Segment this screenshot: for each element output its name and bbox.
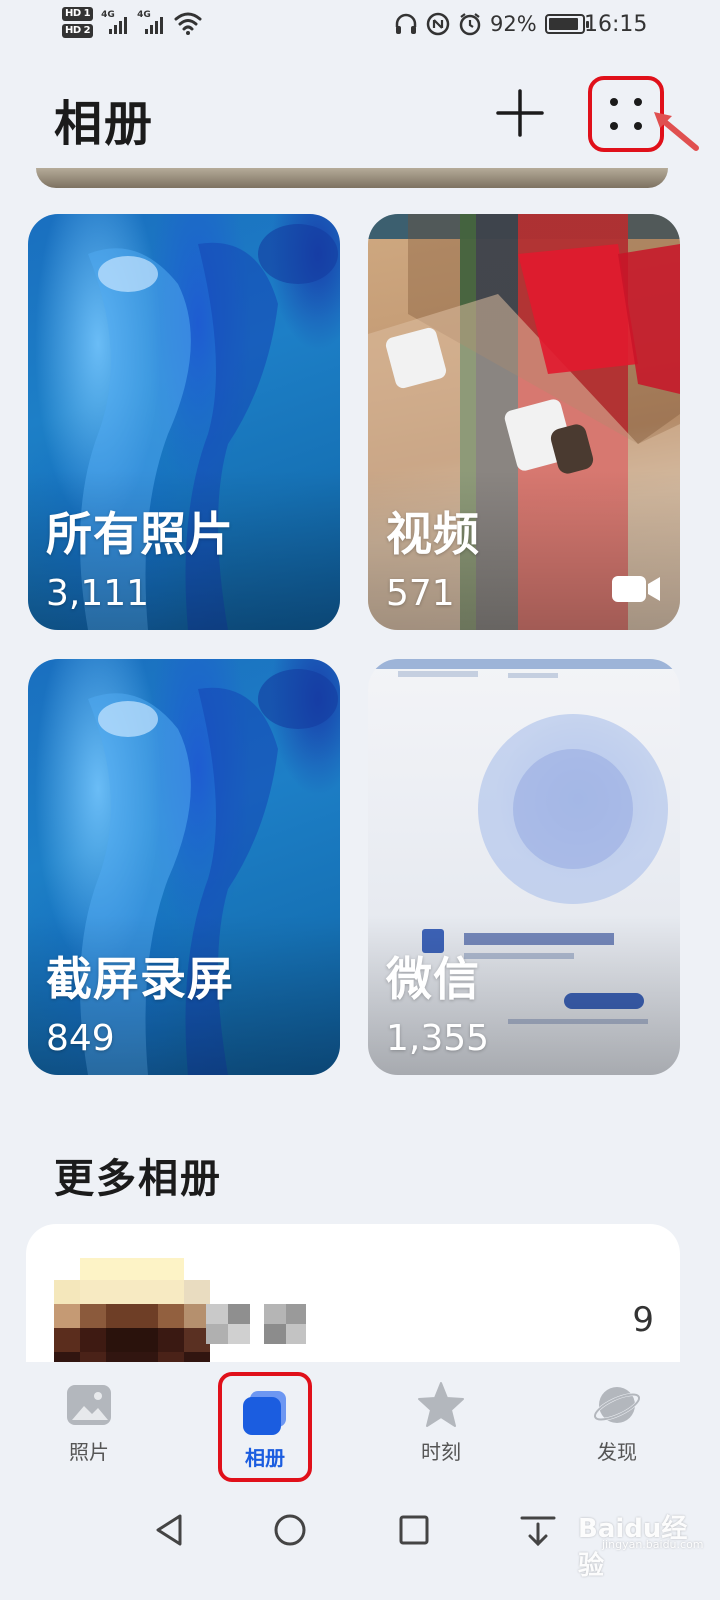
more-albums-title: 更多相册 — [54, 1156, 222, 1202]
nfc-icon — [426, 12, 450, 36]
tab-discover[interactable]: 发现 — [562, 1380, 672, 1470]
add-album-button[interactable] — [492, 88, 548, 138]
page-title: 相册 — [54, 96, 155, 152]
album-title: 微信 — [386, 952, 480, 1006]
home-icon[interactable] — [268, 1508, 312, 1552]
wifi-icon — [174, 12, 202, 35]
albums-icon — [243, 1391, 286, 1435]
album-title: 截屏录屏 — [46, 952, 234, 1006]
hd1-badge: HD 1 — [62, 7, 94, 21]
clock: 16:15 — [584, 12, 648, 37]
album-card-wechat[interactable]: 微信 1,355 — [368, 659, 680, 1075]
planet-icon — [593, 1387, 641, 1423]
watermark-sub: jingyan.baidu.com — [602, 1538, 704, 1551]
video-camera-icon — [612, 576, 660, 602]
signal-icon-2: 4G — [137, 10, 165, 36]
battery-percent: 92% — [490, 12, 537, 36]
network-indicators: HD 1 HD 2 4G 4G — [62, 7, 203, 38]
photo-icon — [67, 1385, 111, 1425]
album-card-screenshots[interactable]: 截屏录屏 849 — [28, 659, 340, 1075]
status-icons: 92% — [394, 12, 589, 36]
star-icon — [418, 1382, 464, 1427]
signal-icon: 4G — [101, 10, 129, 36]
alarm-icon — [459, 13, 481, 36]
album-title: 所有照片 — [46, 507, 234, 561]
album-count: 1,355 — [386, 1018, 490, 1059]
album-count: 571 — [386, 573, 455, 614]
battery-icon — [544, 14, 589, 34]
album-name-blurred — [206, 1304, 306, 1344]
hd2-badge: HD 2 — [62, 24, 94, 38]
back-icon[interactable] — [148, 1508, 192, 1552]
album-count: 3,111 — [46, 573, 150, 614]
annotation-arrow-icon — [654, 112, 699, 151]
tab-label: 相册 — [245, 1446, 285, 1470]
plus-icon — [496, 89, 544, 137]
tab-label: 照片 — [69, 1440, 109, 1464]
tab-label: 时刻 — [421, 1440, 461, 1464]
hd-badges: HD 1 HD 2 — [62, 7, 94, 38]
album-card-videos[interactable]: 视频 571 — [368, 214, 680, 630]
tab-label: 发现 — [597, 1440, 637, 1464]
album-count: 849 — [46, 1018, 115, 1059]
tab-photos[interactable]: 照片 — [34, 1380, 144, 1470]
album-count: 9 — [632, 1300, 654, 1340]
headphones-icon — [395, 13, 417, 34]
tab-moments[interactable]: 时刻 — [386, 1380, 496, 1470]
album-title: 视频 — [386, 507, 480, 561]
album-card-all-photos[interactable]: 所有照片 3,111 — [28, 214, 340, 630]
down-arrow-icon[interactable] — [516, 1508, 560, 1552]
watermark: Baidu经验 jingyan.baidu.com — [562, 1500, 712, 1581]
tab-albums[interactable]: 相册 — [218, 1372, 312, 1482]
previous-content-edge — [36, 168, 668, 188]
recents-icon[interactable] — [392, 1508, 436, 1552]
status-bar: HD 1 HD 2 4G 4G 92% 16:15 — [0, 0, 720, 56]
